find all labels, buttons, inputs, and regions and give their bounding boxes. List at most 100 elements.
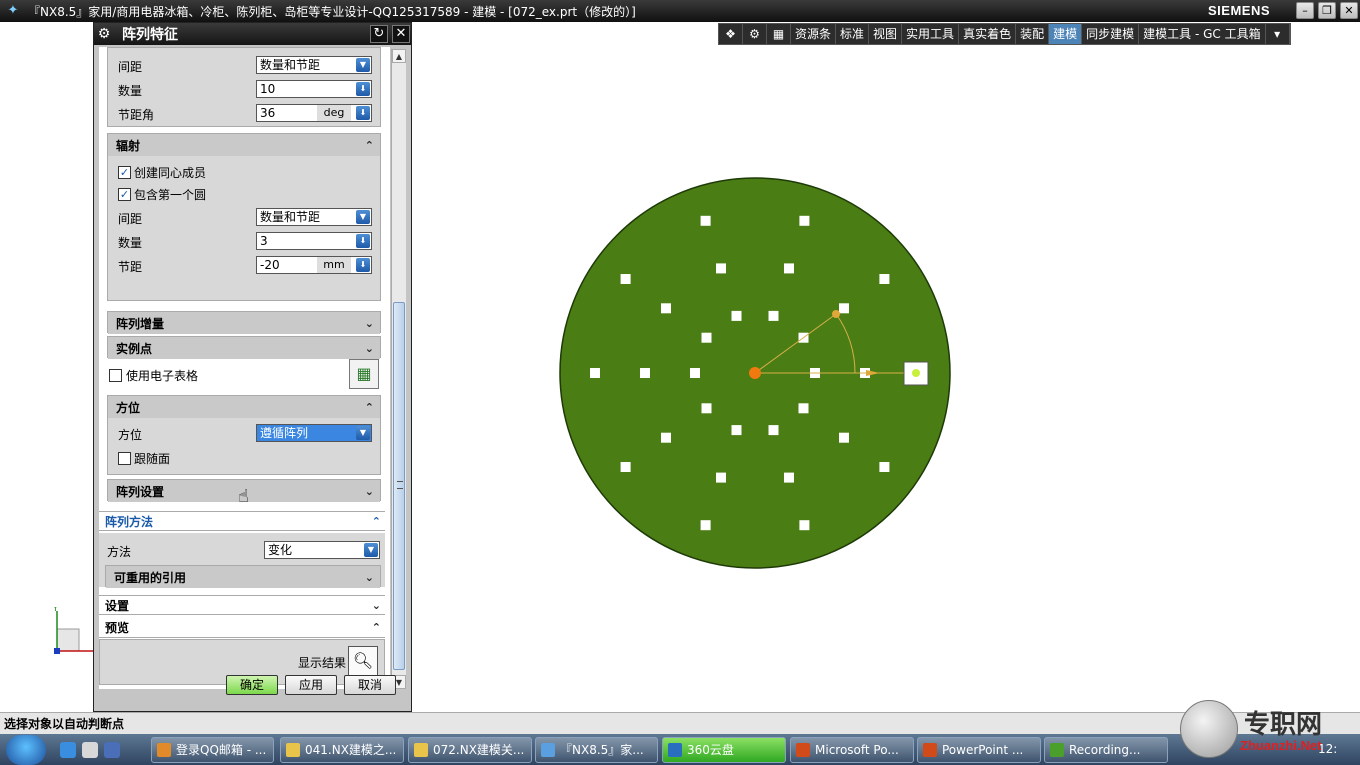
task-folder-072[interactable]: 072.NX建模关...: [408, 737, 532, 763]
pattern-hole[interactable]: [661, 303, 671, 314]
ok-button[interactable]: 确定: [226, 675, 278, 695]
pattern-hole[interactable]: [799, 520, 810, 531]
reusable-refs-group[interactable]: 可重用的引用 ⌄: [105, 565, 381, 588]
toolbar-item-assembly[interactable]: 装配: [1016, 24, 1050, 44]
pattern-hole[interactable]: [798, 403, 809, 414]
restore-icon[interactable]: ❐: [1318, 2, 1336, 19]
task-folder-041[interactable]: 041.NX建模之...: [280, 737, 404, 763]
settings-icon[interactable]: ⚙: [743, 24, 767, 44]
dialog-titlebar[interactable]: ⚙ 阵列特征 ↻ ✕: [94, 23, 411, 45]
arrow-down-icon[interactable]: ⬇: [356, 106, 370, 120]
pattern-method-header[interactable]: 阵列方法 ⌃: [99, 511, 385, 531]
settings-header[interactable]: 设置 ⌄: [99, 595, 385, 615]
pattern-hole[interactable]: [716, 472, 726, 483]
task-nx[interactable]: 『NX8.5』家...: [535, 737, 658, 763]
pattern-hole[interactable]: [700, 215, 711, 226]
center-point-handle[interactable]: [749, 367, 761, 379]
arrow-down-icon[interactable]: ⬇: [356, 234, 370, 248]
task-powerpoint[interactable]: PowerPoint ...: [917, 737, 1041, 763]
ie-icon[interactable]: [60, 742, 76, 758]
grid-icon[interactable]: ▦: [767, 24, 791, 44]
pattern-hole[interactable]: [839, 432, 849, 443]
spreadsheet-icon[interactable]: ▦: [349, 359, 379, 389]
create-concentric-checkbox[interactable]: ✓: [118, 166, 131, 179]
toolbar-item-sync-modeling[interactable]: 同步建模: [1082, 24, 1140, 44]
arrow-down-icon[interactable]: ⬇: [356, 258, 370, 272]
nx-app-icon[interactable]: ✦: [4, 2, 22, 20]
minimize-icon[interactable]: –: [1296, 2, 1314, 19]
dialog-close-icon[interactable]: ✕: [392, 25, 410, 43]
use-spreadsheet-checkbox[interactable]: [109, 369, 122, 382]
angular-pitch-input[interactable]: 36 deg ⬇: [256, 104, 372, 122]
reset-icon[interactable]: ↻: [370, 25, 388, 43]
chevron-down-icon[interactable]: ▼: [356, 426, 370, 440]
toolbar-item-standard[interactable]: 标准: [836, 24, 870, 44]
task-qq-mail[interactable]: 登录QQ邮箱 - ...: [151, 737, 274, 763]
magnifier-icon[interactable]: 🔍︎: [348, 646, 378, 676]
angle-handle[interactable]: [832, 310, 840, 318]
radial-header[interactable]: 辐射 ⌃: [108, 134, 380, 156]
pattern-hole[interactable]: [784, 263, 794, 274]
method-select[interactable]: 变化 ▼: [264, 541, 380, 559]
include-first-checkbox[interactable]: ✓: [118, 188, 131, 201]
toolbar-item-true-shading[interactable]: 真实着色: [959, 24, 1017, 44]
pattern-hole[interactable]: [784, 472, 794, 483]
chevron-down-icon[interactable]: ▼: [356, 210, 370, 224]
angular-count-input[interactable]: 10 ⬇: [256, 80, 372, 98]
preview-header[interactable]: 预览 ⌃: [99, 618, 385, 638]
start-menu-icon[interactable]: ❖: [719, 24, 743, 44]
pattern-hole[interactable]: [879, 274, 890, 284]
pattern-hole[interactable]: [620, 462, 631, 472]
pattern-hole[interactable]: [640, 368, 650, 378]
chevron-down-icon[interactable]: ▼: [364, 543, 378, 557]
pattern-hole[interactable]: [799, 215, 810, 226]
pattern-hole[interactable]: [690, 368, 700, 378]
toolbar-item-utilities[interactable]: 实用工具: [902, 24, 960, 44]
toolbar-item-resource-bar[interactable]: 资源条: [791, 24, 837, 44]
pitch-unit[interactable]: mm: [317, 257, 351, 273]
pattern-hole[interactable]: [700, 520, 711, 531]
pattern-hole[interactable]: [701, 332, 712, 343]
pattern-hole[interactable]: [731, 425, 742, 436]
toolbar-item-gc-toolkit[interactable]: 建模工具 - GC 工具箱: [1139, 24, 1266, 44]
pattern-hole[interactable]: [716, 263, 726, 274]
dialog-scrollbar[interactable]: ▲ ▼: [391, 49, 406, 689]
pattern-hole[interactable]: [768, 425, 779, 436]
pattern-hole[interactable]: [701, 403, 712, 414]
radial-pitch-input[interactable]: -20 mm ⬇: [256, 256, 372, 274]
pitch-unit[interactable]: deg: [317, 105, 351, 121]
pattern-hole[interactable]: [839, 303, 849, 314]
pattern-hole[interactable]: [590, 368, 600, 378]
pattern-hole[interactable]: [620, 274, 631, 284]
radial-count-input[interactable]: 3 ⬇: [256, 232, 372, 250]
orientation-select[interactable]: 遵循阵列 ▼: [256, 424, 372, 442]
task-360-cloud[interactable]: 360云盘: [662, 737, 786, 763]
task-recording[interactable]: Recording...: [1044, 737, 1168, 763]
pattern-hole[interactable]: [768, 310, 779, 321]
computer-icon[interactable]: [82, 742, 98, 758]
arrow-down-icon[interactable]: ⬇: [356, 82, 370, 96]
toolbar-item-modeling[interactable]: 建模: [1049, 24, 1083, 44]
windows-start-icon[interactable]: [6, 735, 46, 765]
toolbar-options-icon[interactable]: ▾: [1266, 24, 1290, 44]
chevron-down-icon[interactable]: ▼: [356, 58, 370, 72]
apply-button[interactable]: 应用: [285, 675, 337, 695]
angular-spacing-select[interactable]: 数量和节距 ▼: [256, 56, 372, 74]
orientation-header[interactable]: 方位 ⌃: [108, 396, 380, 418]
cancel-button[interactable]: 取消: [344, 675, 396, 695]
pattern-hole[interactable]: [731, 310, 742, 321]
dialog-gear-icon[interactable]: ⚙: [94, 26, 114, 42]
pattern-hole[interactable]: [661, 432, 671, 443]
toolbar-item-view[interactable]: 视图: [869, 24, 903, 44]
close-icon[interactable]: ✕: [1340, 2, 1358, 19]
instance-points-group[interactable]: 实例点 ⌄: [107, 336, 381, 359]
task-microsoft-po[interactable]: Microsoft Po...: [790, 737, 914, 763]
pattern-hole[interactable]: [879, 462, 890, 472]
pattern-increment-group[interactable]: 阵列增量 ⌄: [107, 311, 381, 334]
scroll-thumb[interactable]: [393, 302, 405, 670]
radial-spacing-select[interactable]: 数量和节距 ▼: [256, 208, 372, 226]
seed-point-handle[interactable]: [912, 369, 920, 377]
scroll-up-icon[interactable]: ▲: [392, 49, 406, 63]
follow-face-checkbox[interactable]: [118, 452, 131, 465]
desktop-icon[interactable]: [104, 742, 120, 758]
